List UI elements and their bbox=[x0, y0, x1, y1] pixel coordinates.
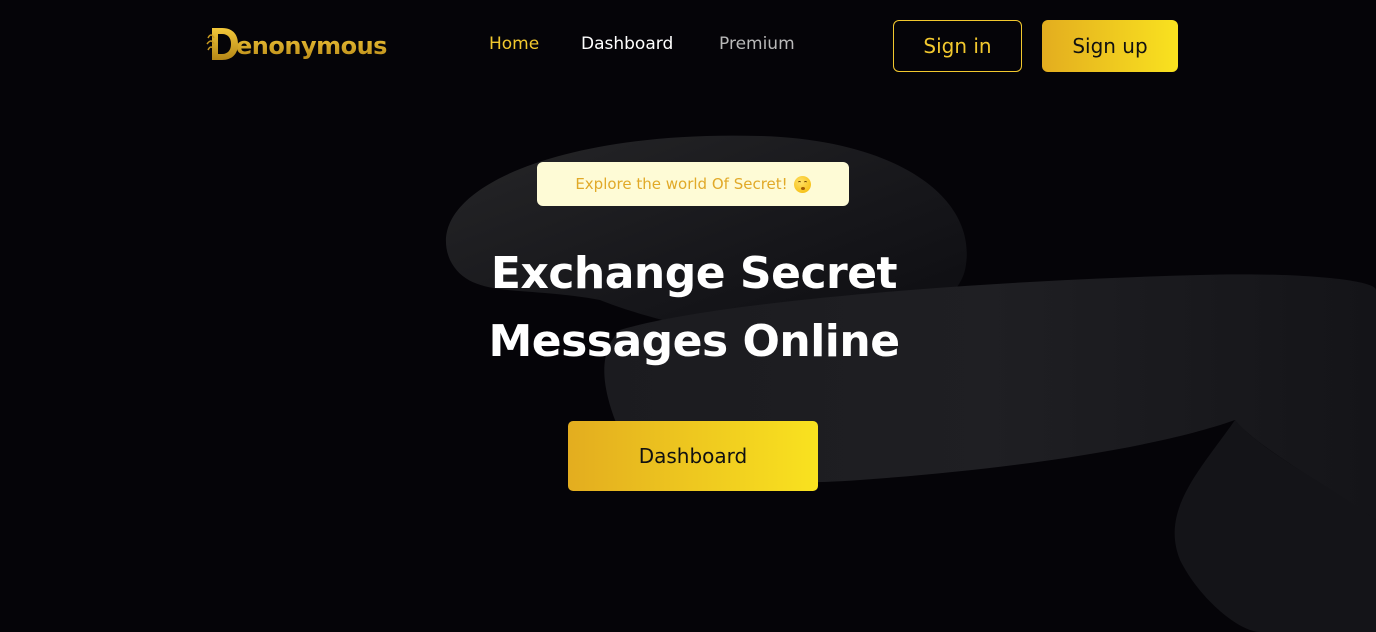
sign-up-button[interactable]: Sign up bbox=[1042, 20, 1178, 72]
logo-mark-icon bbox=[206, 28, 238, 60]
logo-text: enonymous bbox=[236, 32, 387, 60]
nav-link-premium[interactable]: Premium bbox=[719, 34, 795, 54]
shushing-face-icon bbox=[793, 175, 811, 193]
brand-logo[interactable]: enonymous bbox=[206, 24, 387, 64]
dashboard-cta-button[interactable]: Dashboard bbox=[568, 421, 818, 491]
nav-link-dashboard[interactable]: Dashboard bbox=[581, 34, 673, 54]
hero-section: Explore the world Of Secret! Exchange Se… bbox=[0, 92, 1376, 632]
hero-headline-line-2: Messages Online bbox=[488, 316, 900, 367]
nav-link-home[interactable]: Home bbox=[489, 34, 539, 54]
hero-tag-badge: Explore the world Of Secret! bbox=[537, 162, 849, 206]
hero-headline-line-1: Exchange Secret bbox=[490, 248, 898, 299]
hero-headline: Exchange Secret Messages Online bbox=[0, 240, 1376, 376]
sign-in-button[interactable]: Sign in bbox=[893, 20, 1022, 72]
navbar: enonymous Home Dashboard Premium Sign in… bbox=[0, 0, 1376, 92]
landing-page: enonymous Home Dashboard Premium Sign in… bbox=[0, 0, 1376, 632]
hero-tag-text: Explore the world Of Secret! bbox=[575, 175, 788, 193]
